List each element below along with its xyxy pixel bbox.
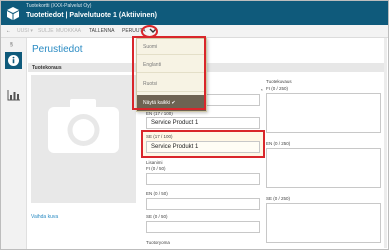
subsection-title: Tuotekoraus <box>32 65 62 71</box>
extra-name-label: Lisanimi <box>146 160 163 165</box>
subsection-header: Tuotekoraus <box>28 63 386 72</box>
extra-fi-label: FI (0 / 50) <box>146 166 166 171</box>
dropdown-highlight-outline <box>132 36 206 110</box>
description-fi-textarea[interactable] <box>266 93 381 133</box>
title-bar: Tuotekortti (XXX-Palvelut Oy) Tuotetiedo… <box>1 1 388 25</box>
info-nav-button[interactable] <box>5 52 22 69</box>
company-name: Tuotekortti (XXX-Palvelut Oy) <box>26 3 92 9</box>
extra-se-input[interactable] <box>146 221 260 233</box>
description-en-label: EN (0 / 250) <box>266 141 291 146</box>
left-navigation <box>1 38 27 249</box>
product-group-label: Tuotoryoma <box>146 240 170 245</box>
required-marker: * <box>261 88 263 93</box>
window: Tuotekortti (XXX-Palvelut Oy) Tuotetiedo… <box>0 0 389 250</box>
info-icon <box>8 55 19 66</box>
edit-button[interactable]: MUOKKAA <box>56 28 81 34</box>
nav-section-label: § <box>10 42 13 48</box>
back-arrow-icon[interactable]: ← <box>6 28 11 34</box>
name-se-input[interactable]: Service Produkt 1 <box>146 141 260 153</box>
camera-icon <box>48 99 119 153</box>
close-button[interactable]: SULJE <box>38 28 54 34</box>
extra-en-input[interactable] <box>146 198 260 210</box>
description-fi-label: FI (0 / 250) <box>266 86 289 91</box>
change-image-link[interactable]: Vaihda kuva <box>31 214 58 220</box>
name-en-input[interactable]: Service Product 1 <box>146 117 260 129</box>
extra-se-label: SE (0 / 50) <box>146 214 168 219</box>
vertical-scrollbar[interactable] <box>384 38 387 248</box>
product-image-placeholder <box>31 75 136 203</box>
box-logo-icon <box>7 7 19 20</box>
bar-chart-icon[interactable] <box>7 89 21 101</box>
page-title: Tuotetiedot | Palvelutuote 1 (Aktiivinen… <box>26 12 157 19</box>
new-button[interactable]: UUSI ▾ <box>17 28 33 34</box>
description-se-label: SE (0 / 250) <box>266 196 291 201</box>
extra-en-label: EN (0 / 50) <box>146 191 168 196</box>
description-en-textarea[interactable] <box>266 148 381 188</box>
section-title: Perustiedot <box>32 44 83 55</box>
save-button[interactable]: TALLENNA <box>89 28 114 34</box>
extra-fi-input[interactable] <box>146 173 260 185</box>
name-se-label: SE (17 / 100) <box>146 134 173 139</box>
description-label: Tuotekuvaus <box>266 79 292 84</box>
description-se-textarea[interactable] <box>266 203 381 243</box>
